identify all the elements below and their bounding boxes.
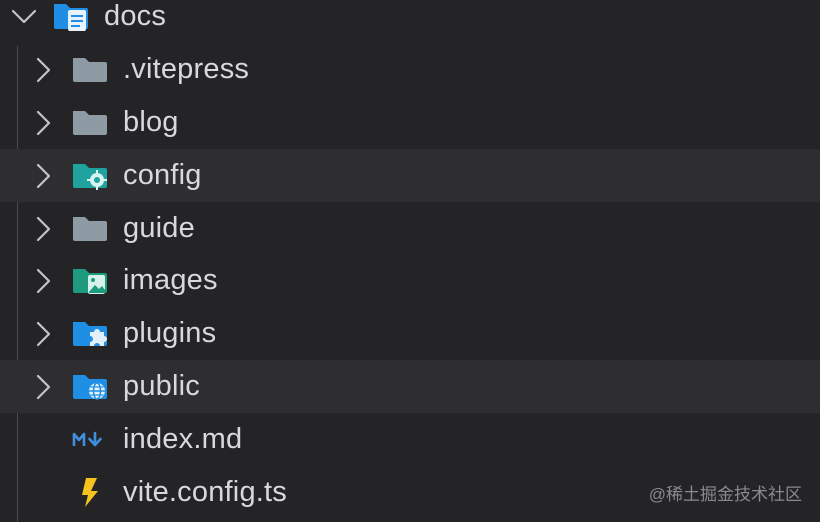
folder-icon [71, 43, 111, 96]
tree-row-vitepress[interactable]: .vitepress [0, 43, 820, 96]
vite-icon [71, 466, 111, 519]
chevron-right-icon[interactable] [29, 149, 57, 202]
folder-docs-icon [52, 0, 92, 43]
tree-row-label: index.md [123, 423, 243, 455]
chevron-right-icon[interactable] [29, 307, 57, 360]
tree-row-index-md[interactable]: index.md [0, 413, 820, 466]
tree-row-images[interactable]: images [0, 254, 820, 307]
tree-row-plugins[interactable]: plugins [0, 307, 820, 360]
chevron-right-icon[interactable] [29, 360, 57, 413]
tree-row-label: guide [123, 212, 195, 244]
chevron-right-icon[interactable] [29, 43, 57, 96]
tree-row-label: public [123, 370, 200, 402]
folder-icon [71, 96, 111, 149]
chevron-right-icon[interactable] [29, 96, 57, 149]
tree-row-blog[interactable]: blog [0, 96, 820, 149]
tree-row-label: plugins [123, 317, 217, 349]
tree-row-label: .vitepress [123, 53, 250, 85]
folder-plugin-icon [71, 307, 111, 360]
tree-row-config[interactable]: config [0, 149, 820, 202]
chevron-down-icon[interactable] [10, 0, 38, 43]
folder-icon [71, 202, 111, 255]
markdown-icon [71, 413, 111, 466]
tree-row-docs[interactable]: docs [0, 0, 820, 43]
tree-row-guide[interactable]: guide [0, 202, 820, 255]
folder-images-icon [71, 254, 111, 307]
folder-config-icon [71, 149, 111, 202]
tree-row-label: images [123, 264, 218, 296]
tree-row-label: vite.config.ts [123, 476, 287, 508]
chevron-right-icon[interactable] [29, 254, 57, 307]
chevron-right-icon[interactable] [29, 202, 57, 255]
folder-public-icon [71, 360, 111, 413]
tree-row-label: docs [104, 0, 167, 32]
tree-row-public[interactable]: public [0, 360, 820, 413]
tree-row-label: config [123, 159, 202, 191]
tree-row-label: blog [123, 106, 179, 138]
file-explorer-tree: docs .vitepress blog config guide images… [0, 0, 820, 522]
watermark: @稀土掘金技术社区 [648, 485, 802, 504]
